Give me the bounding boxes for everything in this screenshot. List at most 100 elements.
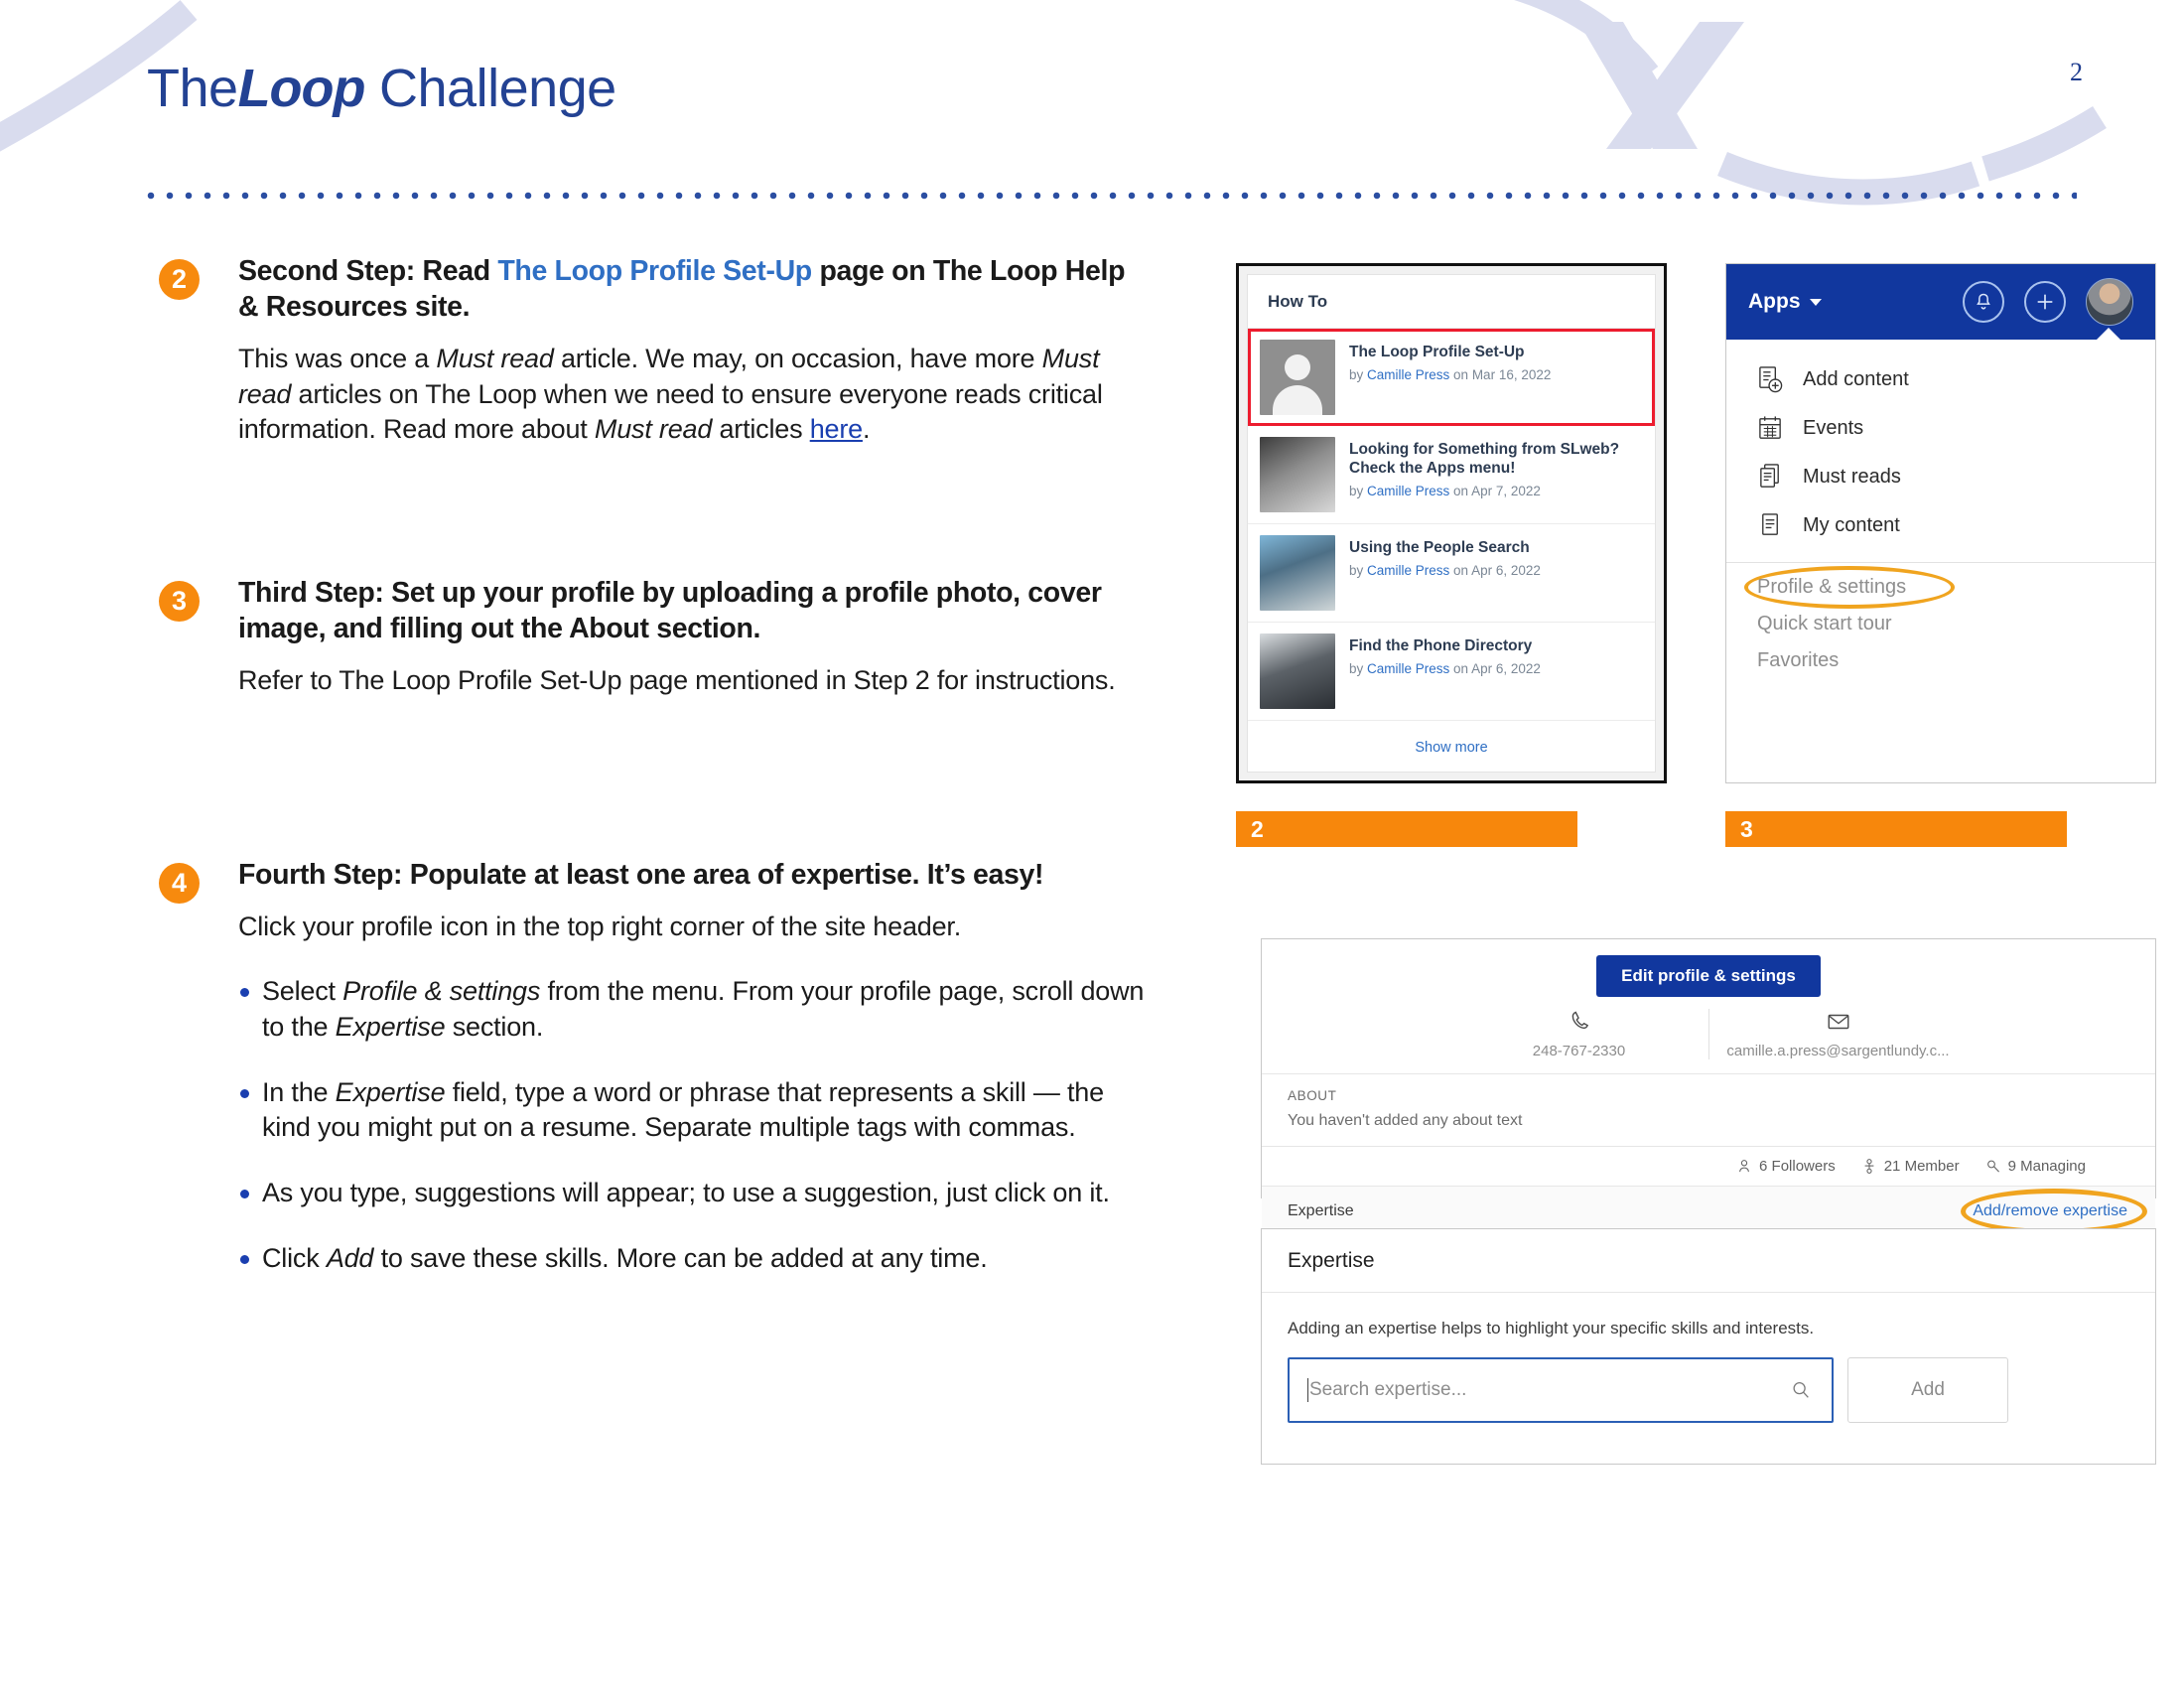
group-icon [1864,1159,1874,1174]
search-expertise-input[interactable]: Search expertise... [1288,1357,1834,1423]
meta-by: by [1349,366,1368,382]
step-4-body: Fourth Step: Populate at least one area … [238,857,1150,1276]
menu-item-quick-start-tour[interactable]: Quick start tour [1726,606,2155,642]
notification-bell-icon[interactable] [1963,281,2004,323]
add-expertise-button[interactable]: Add [1847,1357,2008,1423]
meta-author[interactable]: Camille Press [1367,367,1449,382]
howto-item-meta: by Camille Press on Apr 6, 2022 [1349,563,1541,579]
step-2: 2 Second Step: Read The Loop Profile Set… [147,253,1150,448]
apps-menu-screenshot: Apps Add content Events Must reads My co… [1725,263,2156,783]
stat-value: 6 Followers [1759,1158,1836,1175]
figure-caption-2: 2 [1236,811,1577,847]
menu-item-label: Favorites [1757,649,1840,671]
p2-t5: . [862,414,871,445]
meta-by: by [1349,562,1368,578]
menu-item-add-content[interactable]: Add content [1726,355,2155,404]
expertise-dialog-controls: Search expertise... Add [1288,1357,2129,1423]
member-stat[interactable]: 21 Member [1861,1158,1960,1175]
managing-stat[interactable]: 9 Managing [1985,1158,2086,1175]
b1-t3: section. [445,1012,544,1043]
howto-list-item-highlighted[interactable]: The Loop Profile Set-Up by Camille Press… [1248,329,1655,426]
meta-author[interactable]: Camille Press [1367,484,1449,498]
meta-author[interactable]: Camille Press [1367,661,1449,676]
menu-item-label: Events [1803,417,1864,439]
menu-item-favorites[interactable]: Favorites [1726,642,2155,679]
howto-screenshot: How To The Loop Profile Set-Up by Camill… [1236,263,1667,783]
step-4: 4 Fourth Step: Populate at least one are… [147,857,1150,1276]
meta-author[interactable]: Camille Press [1367,563,1449,578]
apps-dropdown[interactable]: Apps [1748,290,1822,314]
site-header-bar: Apps [1726,264,2155,341]
howto-list-item[interactable]: Find the Phone Directory by Camille Pres… [1248,623,1655,721]
expertise-dialog-description: Adding an expertise helps to highlight y… [1288,1319,1815,1337]
menu-item-my-content[interactable]: My content [1726,501,2155,550]
chevron-down-icon [1809,298,1822,306]
search-icon [1793,1382,1809,1398]
phone-icon [1571,1011,1588,1030]
person-icon [1739,1160,1749,1173]
b2-t1: In the [262,1076,336,1107]
b2-em1: Expertise [335,1076,446,1107]
bullet-item: In the Expertise field, type a word or p… [238,1075,1150,1146]
menu-pointer-caret [2096,328,2121,341]
menu-item-must-reads[interactable]: Must reads [1726,453,2155,501]
stat-value: 21 Member [1883,1158,1960,1175]
howto-item-title[interactable]: Using the People Search [1349,539,1541,558]
expertise-dialog-title: Expertise [1262,1229,2155,1293]
b1-t1: Select [262,976,343,1007]
page-title: TheLoop Challenge [147,58,616,119]
email-cell: camille.a.press@sargentlundy.c... [1707,1009,1968,1059]
edit-profile-settings-button[interactable]: Edit profile & settings [1596,955,1821,997]
bullet-item: Select Profile & settings from the menu.… [238,974,1150,1045]
bullet-item: As you type, suggestions will appear; to… [238,1176,1150,1211]
menu-item-events[interactable]: Events [1726,404,2155,453]
user-avatar[interactable] [2086,278,2133,326]
step-2-heading: Second Step: Read The Loop Profile Set-U… [238,253,1150,326]
howto-item-text: Looking for Something from SLweb? Check … [1349,437,1641,499]
howto-item-meta: by Camille Press on Mar 16, 2022 [1349,367,1551,383]
meta-by: by [1349,483,1368,498]
howto-item-title[interactable]: Find the Phone Directory [1349,637,1541,656]
search-placeholder-text: Search expertise... [1309,1379,1467,1400]
howto-card: How To The Loop Profile Set-Up by Camill… [1247,274,1656,773]
meta-date: on Apr 6, 2022 [1449,660,1541,676]
b1-em2: Expertise [335,1012,446,1043]
b1-em1: Profile & settings [342,976,541,1007]
expertise-section-label: Expertise [1288,1202,1354,1219]
menu-item-profile-settings[interactable]: Profile & settings [1726,566,2155,609]
phone-number: 248-767-2330 [1532,1043,1626,1059]
page-number: 2 [2070,58,2083,86]
howto-list-item[interactable]: Looking for Something from SLweb? Check … [1248,426,1655,524]
followers-stat[interactable]: 6 Followers [1736,1158,1836,1175]
expertise-dialog-body: Adding an expertise helps to highlight y… [1262,1293,2155,1423]
here-link[interactable]: here [810,414,863,444]
expertise-dialog-screenshot: Expertise Adding an expertise helps to h… [1261,1228,2156,1465]
avatar-placeholder-thumbnail [1260,340,1335,415]
profile-stats-row: 6 Followers 21 Member 9 Managing [1262,1147,2155,1187]
bullet-item: Click Add to save these skills. More can… [238,1241,1150,1277]
document-icon [1762,513,1778,535]
step-2-body: Second Step: Read The Loop Profile Set-U… [238,253,1150,448]
p2-t2: article. We may, on occasion, have more [553,343,1042,373]
step-2-heading-link[interactable]: The Loop Profile Set-Up [497,255,812,287]
profile-card-screenshot: Edit profile & settings 248-767-2330 cam… [1261,938,2156,1236]
show-more-link[interactable]: Show more [1248,721,1655,756]
howto-list-item[interactable]: Using the People Search by Camille Press… [1248,524,1655,623]
figure-caption-3: 3 [1725,811,2067,847]
p2-t4: articles [712,414,810,445]
menu-item-label: Must reads [1803,466,1901,488]
add-plus-icon[interactable] [2024,281,2066,323]
email-address: camille.a.press@sargentlundy.c... [1726,1043,1950,1059]
howto-item-title[interactable]: The Loop Profile Set-Up [1349,344,1551,362]
menu-divider [1726,562,2155,563]
howto-item-title[interactable]: Looking for Something from SLweb? Check … [1349,441,1641,479]
orange-highlight-ellipse [1744,566,1955,609]
step-4-badge: 4 [159,863,200,905]
step-2-badge: 2 [159,259,200,300]
meta-by: by [1349,660,1368,676]
dotted-divider [147,192,2077,200]
step-3-badge: 3 [159,580,200,622]
step-3: 3 Third Step: Set up your profile by upl… [147,575,1150,699]
step-3-body: Third Step: Set up your profile by uploa… [238,575,1150,699]
contact-row: 248-767-2330 camille.a.press@sargentlund… [1262,999,2155,1074]
